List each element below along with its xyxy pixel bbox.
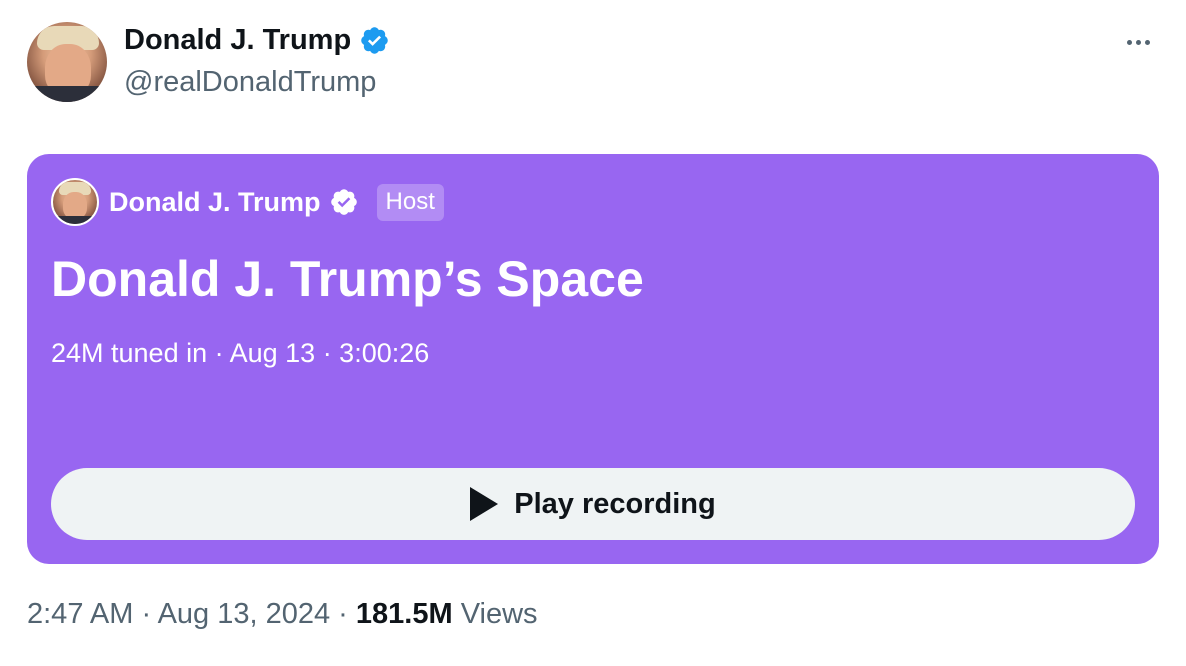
space-meta: 24M tuned in · Aug 13 · 3:00:26 [51,338,430,368]
tweet-timestamp[interactable]: 2:47 AM · Aug 13, 2024 · [27,598,356,630]
more-dot [1135,39,1141,45]
avatar-suit [53,216,97,224]
host-avatar[interactable] [51,178,99,226]
play-recording-button[interactable]: Play recording [51,468,1135,540]
verified-badge-icon [330,189,357,215]
host-badge: Host [376,183,444,221]
views-label: Views [460,598,538,630]
views-count: 181.5M [355,598,453,630]
space-card[interactable]: Donald J. Trump Host Donald J. Trump’s S… [27,154,1159,564]
author-avatar[interactable] [27,22,107,102]
avatar-suit [27,86,107,102]
more-options-button[interactable] [1120,28,1156,56]
play-icon [470,487,499,521]
author-handle[interactable]: @realDonaldTrump [124,66,376,99]
author-name[interactable]: Donald J. Trump [124,24,351,57]
more-horizontal-icon [1126,39,1132,45]
author-name-row[interactable]: Donald J. Trump [124,24,390,57]
space-title: Donald J. Trump’s Space [51,251,644,307]
verified-badge-icon [361,27,388,54]
host-name: Donald J. Trump [109,186,321,217]
play-recording-label: Play recording [514,487,716,520]
more-dot [1144,39,1150,45]
space-host-row: Donald J. Trump Host [51,178,444,226]
avatar-face [63,192,87,219]
tweet: Donald J. Trump @realDonaldTrump Donald … [0,0,1186,666]
tweet-meta: 2:47 AM · Aug 13, 2024 · 181.5M Views [27,598,538,631]
